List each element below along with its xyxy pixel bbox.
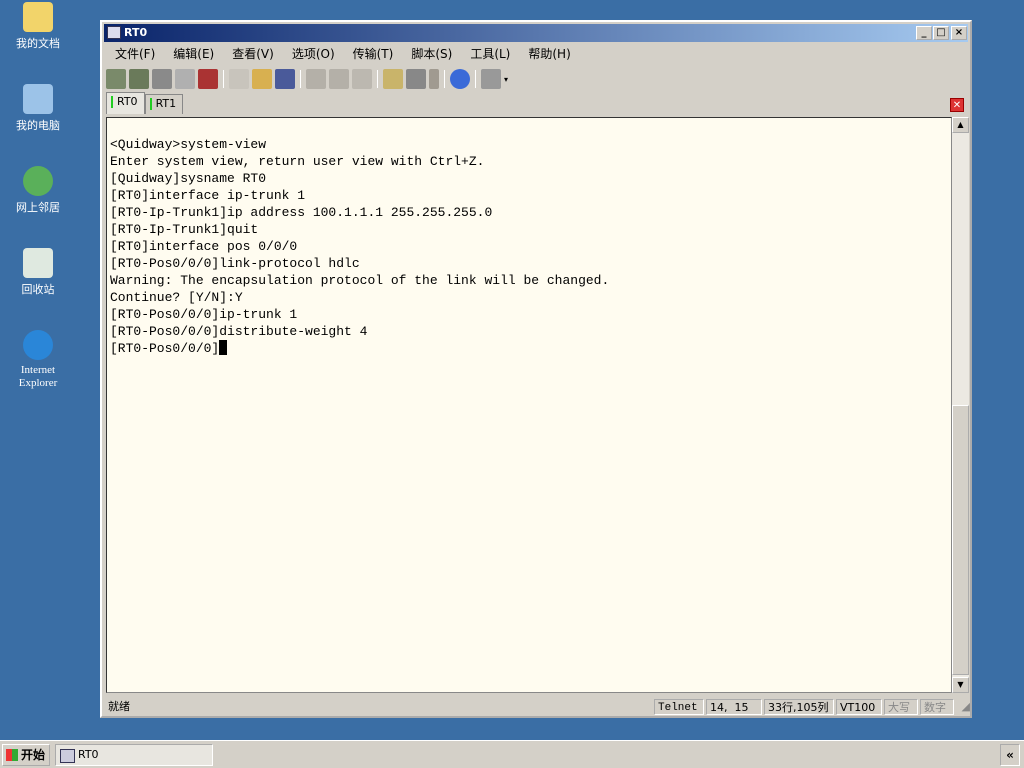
desktop-icon-my-computer[interactable]: 我的电脑 — [6, 84, 70, 133]
status-bar: 就绪 Telnet 14, 15 33行,105列 VT100 大写 数字 ◢ — [106, 697, 970, 717]
scroll-down-icon[interactable]: ▼ — [952, 677, 969, 693]
session-options-icon[interactable] — [383, 69, 403, 89]
icon-label: 我的电脑 — [16, 119, 60, 132]
status-ready: 就绪 — [108, 700, 130, 713]
separator — [444, 70, 445, 88]
desktop-icon-network[interactable]: 网上邻居 — [6, 166, 70, 215]
menu-transfer[interactable]: 传输(T) — [344, 44, 403, 64]
desktop-icon-my-documents[interactable]: 我的文档 — [6, 2, 70, 51]
copy-icon[interactable] — [229, 69, 249, 89]
help-icon[interactable] — [450, 69, 470, 89]
network-icon — [23, 166, 53, 196]
terminal-line: [RT0-Ip-Trunk1]ip address 100.1.1.1 255.… — [110, 205, 493, 220]
terminal-line: Continue? [Y/N]:Y — [110, 290, 243, 305]
status-emulation: VT100 — [836, 699, 882, 715]
close-tab-icon[interactable]: ✕ — [950, 98, 964, 112]
separator — [475, 70, 476, 88]
session-tabs: RT0 RT1 — [106, 92, 184, 114]
window-title: RT0 — [124, 26, 148, 39]
terminal-line: [RT0-Pos0/0/0]link-protocol hdlc — [110, 256, 360, 271]
scroll-up-icon[interactable]: ▲ — [952, 117, 969, 133]
tab-rt0[interactable]: RT0 — [106, 92, 145, 114]
maximize-button[interactable]: □ — [933, 26, 949, 40]
start-button[interactable]: 开始 — [2, 744, 50, 766]
close-button[interactable]: × — [951, 26, 967, 40]
print-icon[interactable] — [306, 69, 326, 89]
minimize-button[interactable]: _ — [916, 26, 932, 40]
menu-script[interactable]: 脚本(S) — [402, 44, 461, 64]
computer-icon — [23, 84, 53, 114]
connect-tab-icon[interactable] — [152, 69, 172, 89]
status-caps: 大写 — [884, 699, 918, 715]
terminal[interactable]: <Quidway>system-view Enter system view, r… — [106, 117, 952, 693]
terminal-line: Enter system view, return user view with… — [110, 154, 485, 169]
reconnect-icon[interactable] — [175, 69, 195, 89]
toolbar-overflow-icon[interactable]: ▾ — [504, 75, 508, 84]
tab-rt1[interactable]: RT1 — [144, 94, 184, 114]
menu-help[interactable]: 帮助(H) — [519, 44, 579, 64]
app-icon — [107, 26, 121, 39]
menu-view[interactable]: 查看(V) — [223, 44, 283, 64]
menu-file[interactable]: 文件(F) — [106, 44, 164, 64]
keymap-icon[interactable] — [429, 69, 439, 89]
status-num: 数字 — [920, 699, 954, 715]
menu-options[interactable]: 选项(O) — [283, 44, 344, 64]
icon-label: 我的文档 — [16, 37, 60, 50]
title-bar[interactable]: RT0 _ □ × — [104, 24, 968, 42]
desktop-icon-recycle-bin[interactable]: 回收站 — [6, 248, 70, 297]
find-icon[interactable] — [275, 69, 295, 89]
global-options-icon[interactable] — [406, 69, 426, 89]
icon-label: Internet Explorer — [18, 364, 58, 389]
menu-bar: 文件(F) 编辑(E) 查看(V) 选项(O) 传输(T) 脚本(S) 工具(L… — [106, 44, 580, 64]
scroll-thumb[interactable] — [952, 405, 969, 675]
folder-icon — [23, 2, 53, 32]
terminal-output: <Quidway>system-view Enter system view, r… — [110, 136, 951, 340]
terminal-line: [RT0-Ip-Trunk1]quit — [110, 222, 259, 237]
terminal-line: [RT0-Pos0/0/0]ip-trunk 1 — [110, 307, 298, 322]
taskbar-item-rt0[interactable]: RT0 — [55, 744, 213, 766]
terminal-line: [RT0-Pos0/0/0]distribute-weight 4 — [110, 324, 368, 339]
paste-icon[interactable] — [252, 69, 272, 89]
recycle-bin-icon — [23, 248, 53, 278]
desktop-icon-ie[interactable]: Internet Explorer — [6, 330, 70, 389]
vertical-scrollbar[interactable]: ▲ ▼ — [952, 117, 969, 693]
separator — [300, 70, 301, 88]
icon-label: 回收站 — [21, 283, 55, 296]
status-cursor-position: 14, 15 — [706, 699, 762, 715]
status-protocol: Telnet — [654, 699, 704, 715]
terminal-prompt: [RT0-Pos0/0/0] — [110, 341, 220, 356]
internet-explorer-icon — [23, 330, 53, 360]
resize-grip[interactable]: ◢ — [962, 697, 970, 717]
connect-icon[interactable] — [106, 69, 126, 89]
cursor — [219, 340, 228, 355]
securecrt-window: RT0 _ □ × 文件(F) 编辑(E) 查看(V) 选项(O) 传输(T) … — [100, 20, 972, 718]
terminal-line: [RT0]interface pos 0/0/0 — [110, 239, 298, 254]
separator — [377, 70, 378, 88]
print-screen-icon[interactable] — [352, 69, 372, 89]
extra-icon[interactable] — [481, 69, 501, 89]
menu-edit[interactable]: 编辑(E) — [164, 44, 223, 64]
terminal-line: [Quidway]sysname RT0 — [110, 171, 267, 186]
terminal-line: <Quidway>system-view — [110, 137, 267, 152]
status-size: 33行,105列 — [764, 699, 834, 715]
print-setup-icon[interactable] — [329, 69, 349, 89]
quick-connect-icon[interactable] — [129, 69, 149, 89]
tray-toggle-button[interactable]: « — [1000, 744, 1020, 766]
separator — [223, 70, 224, 88]
disconnect-icon[interactable] — [198, 69, 218, 89]
menu-tools[interactable]: 工具(L) — [461, 44, 519, 64]
toolbar: ▾ — [106, 67, 508, 91]
terminal-line: Warning: The encapsulation protocol of t… — [110, 273, 610, 288]
taskbar: 开始 RT0 « — [0, 740, 1024, 768]
terminal-line: [RT0]interface ip-trunk 1 — [110, 188, 306, 203]
icon-label: 网上邻居 — [16, 201, 60, 214]
